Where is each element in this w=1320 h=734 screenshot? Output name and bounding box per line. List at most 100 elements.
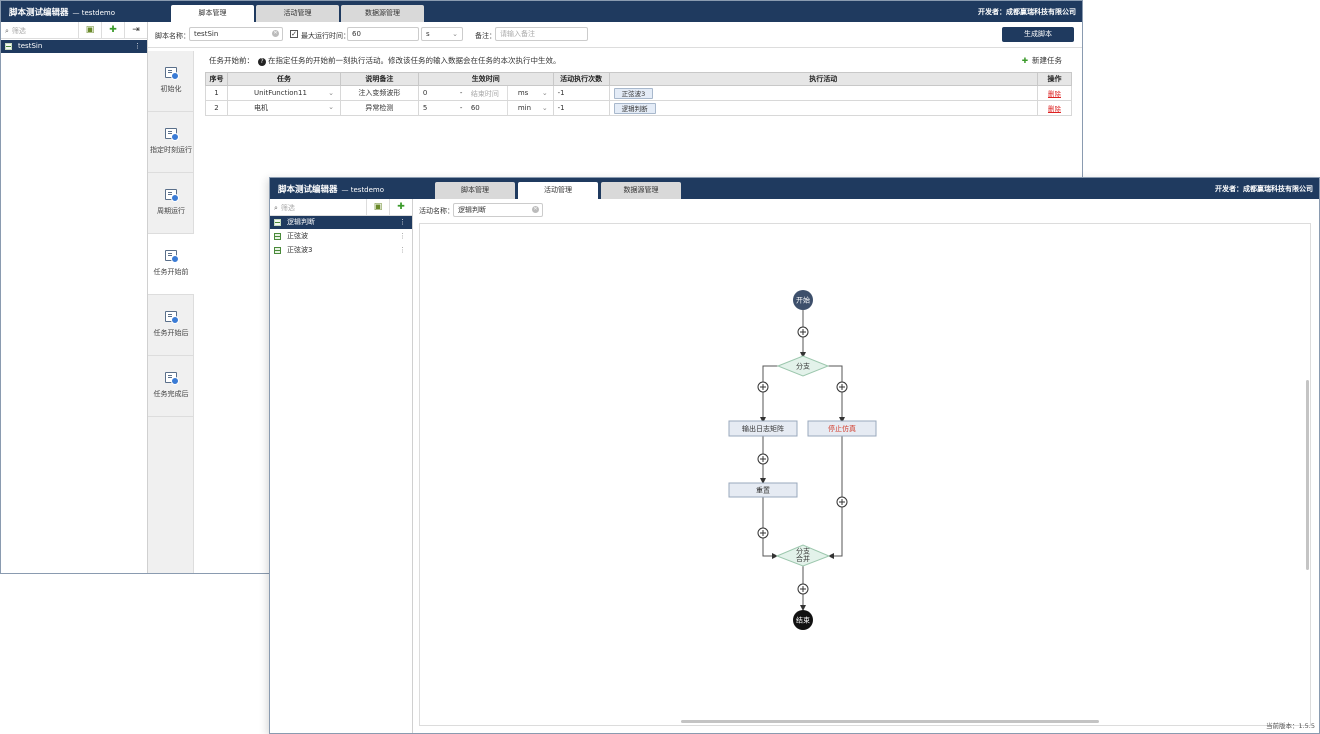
horizontal-scrollbar[interactable]: [681, 720, 1099, 723]
chevron-down-icon: ⌄: [328, 89, 334, 97]
task-select[interactable]: UnitFunction11 ⌄: [226, 85, 341, 101]
activity-chip[interactable]: 逻辑判断: [613, 102, 656, 114]
tab-activity-management[interactable]: 活动管理: [256, 5, 339, 22]
developer-label: 开发者：成都赢瑞科技有限公司: [978, 8, 1076, 16]
help-icon: ?: [258, 58, 266, 66]
tab-periodic-run[interactable]: 周期运行: [148, 173, 194, 234]
column-header: 生效时间: [417, 72, 554, 86]
column-header: 操作: [1036, 72, 1073, 86]
tree-item-testsin[interactable]: testSin ⋮: [1, 40, 147, 53]
time-end[interactable]: 60: [471, 104, 480, 112]
tree-item-sine-wave-3[interactable]: 正弦波3 ⋮: [270, 244, 412, 257]
before-task-icon: [165, 250, 179, 263]
table-icon: [274, 233, 281, 240]
flow-canvas[interactable]: [419, 223, 1311, 726]
table-icon: [5, 43, 12, 50]
time-separator: -: [459, 104, 463, 112]
chevron-down-icon: ⌄: [452, 30, 458, 38]
max-runtime-input[interactable]: 60: [347, 27, 419, 41]
remark-label: 备注：: [475, 32, 496, 40]
activity-cell[interactable]: 正弦波3: [608, 85, 1038, 101]
project-name: — testdemo: [72, 9, 116, 17]
activity-cell[interactable]: 逻辑判断: [608, 100, 1038, 116]
more-icon[interactable]: ⋮: [134, 40, 141, 53]
app-title: 脚本测试编辑器 — testdemo: [9, 8, 116, 18]
script-editor-window-front: 脚本测试编辑器 — testdemo 脚本管理 活动管理 数据源管理 开发者：成都…: [269, 177, 1320, 734]
filter-input[interactable]: ⌕ 筛选: [5, 26, 71, 36]
generate-script-button[interactable]: 生成脚本: [1002, 27, 1074, 42]
delete-link[interactable]: 删除: [1048, 105, 1061, 113]
script-name-input[interactable]: testSin ✕: [189, 27, 283, 41]
delete-cell: 删除: [1036, 85, 1073, 101]
effective-time-cell[interactable]: 5 - 60 min ⌄: [417, 100, 554, 116]
remark-cell: 异常检测: [339, 100, 419, 116]
tab-after-task-start[interactable]: 任务开始后: [148, 295, 194, 356]
time-end[interactable]: 结束时间: [471, 89, 499, 99]
vertical-scrollbar[interactable]: [1306, 380, 1309, 570]
row-index: 1: [205, 85, 228, 101]
tree-item-logic-judge[interactable]: 逻辑判断 ⋮: [270, 216, 412, 229]
project-name: — testdemo: [341, 186, 385, 194]
activity-tree-panel: ⌕ 筛选 ▣ ✚ 逻辑判断 ⋮ 正弦波 ⋮ 正弦波3 ⋮: [270, 199, 413, 733]
row-index: 2: [205, 100, 228, 116]
tab-activity-management[interactable]: 活动管理: [518, 182, 598, 199]
remark-input[interactable]: 请输入备注: [495, 27, 588, 41]
chevron-down-icon: ⌄: [328, 103, 334, 111]
more-icon[interactable]: ⋮: [399, 244, 406, 257]
max-runtime-checkbox[interactable]: ✓: [290, 30, 298, 38]
filter-row: ⌕ 筛选 ▣ ✚ ⇥: [1, 22, 147, 39]
trigger-tabs: 初始化 指定时刻运行 周期运行 任务开始前 任务开始后 任务完成后: [148, 51, 194, 573]
clock-icon: [165, 128, 179, 141]
tree-item-sine-wave[interactable]: 正弦波 ⋮: [270, 230, 412, 243]
search-icon: ⌕: [5, 27, 9, 35]
script-toolbar: 脚本名称： testSin ✕ ✓ 最大运行时间： 60 s ⌄ 备注： 请输入备注…: [148, 22, 1082, 48]
app-title: 脚本测试编辑器 — testdemo: [278, 185, 385, 195]
time-start[interactable]: 5: [423, 104, 427, 112]
table-row: 1 UnitFunction11 ⌄ 注入变频波形 0 - 结束时间 ms ⌄ -…: [205, 85, 1073, 101]
runtime-unit-select[interactable]: s ⌄: [421, 27, 463, 41]
tab-script-management[interactable]: 脚本管理: [171, 5, 254, 22]
import-icon[interactable]: ⇥: [124, 22, 147, 39]
open-folder-icon[interactable]: ▣: [366, 199, 389, 216]
open-folder-icon[interactable]: ▣: [78, 22, 101, 39]
column-header: 任务: [226, 72, 341, 86]
activity-name-input[interactable]: 逻辑判断 ✕: [453, 203, 543, 217]
tab-script-management[interactable]: 脚本管理: [435, 182, 515, 199]
title-bar: 脚本测试编辑器 — testdemo 脚本管理 活动管理 数据源管理 开发者：成都…: [1, 1, 1082, 22]
column-header: 序号: [205, 72, 228, 86]
time-unit[interactable]: ms: [518, 89, 528, 97]
tab-datasource-management[interactable]: 数据源管理: [601, 182, 681, 199]
activity-toolbar: 活动名称： 逻辑判断 ✕: [413, 199, 1319, 221]
tab-init[interactable]: 初始化: [148, 51, 194, 112]
chevron-down-icon: ⌄: [541, 104, 548, 112]
add-icon[interactable]: ✚: [389, 199, 412, 216]
cycle-icon: [165, 189, 179, 202]
column-header: 说明备注: [339, 72, 419, 86]
chevron-down-icon: ⌄: [541, 89, 548, 97]
more-icon[interactable]: ⋮: [399, 216, 406, 229]
activity-chip[interactable]: 正弦波3: [613, 87, 654, 99]
time-unit[interactable]: min: [518, 104, 531, 112]
exec-count-cell[interactable]: -1: [552, 100, 610, 116]
search-icon: ⌕: [274, 204, 278, 212]
exec-count-cell[interactable]: -1: [552, 85, 610, 101]
tab-scheduled-run[interactable]: 指定时刻运行: [148, 112, 194, 173]
after-start-icon: [165, 311, 179, 324]
task-select[interactable]: 电机 ⌄: [226, 100, 341, 116]
tab-task-complete[interactable]: 任务完成后: [148, 356, 194, 417]
delete-link[interactable]: 删除: [1048, 90, 1061, 98]
delete-cell: 删除: [1036, 100, 1073, 116]
clear-icon[interactable]: ✕: [272, 30, 279, 37]
tab-before-task[interactable]: 任务开始前: [148, 234, 194, 295]
max-runtime-label: 最大运行时间：: [301, 32, 350, 40]
table-header-row: 序号 任务 说明备注 生效时间 活动执行次数 执行活动 操作: [205, 72, 1073, 86]
effective-time-cell[interactable]: 0 - 结束时间 ms ⌄: [417, 85, 554, 101]
time-start[interactable]: 0: [423, 89, 427, 97]
version-label: 当前版本：1.5.5: [1265, 722, 1315, 730]
add-icon[interactable]: ✚: [101, 22, 124, 39]
clear-icon[interactable]: ✕: [532, 206, 539, 213]
tab-datasource-management[interactable]: 数据源管理: [341, 5, 424, 22]
filter-input[interactable]: ⌕ 筛选: [274, 203, 340, 213]
new-task-button[interactable]: ✚ 新建任务: [1022, 55, 1062, 66]
more-icon[interactable]: ⋮: [399, 230, 406, 243]
